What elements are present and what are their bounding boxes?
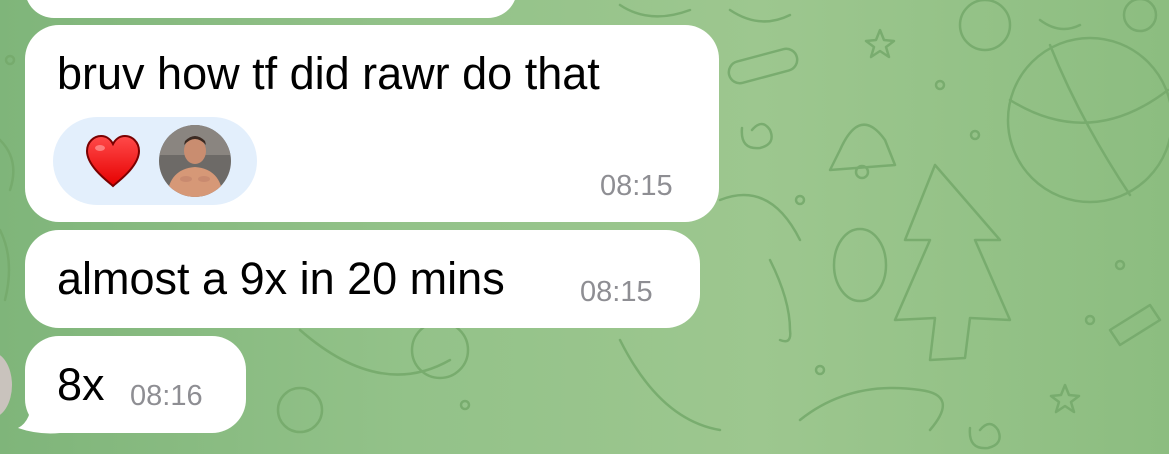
- reaction-pill[interactable]: [53, 117, 257, 205]
- message-timestamp: 08:15: [580, 276, 653, 308]
- message-timestamp: 08:16: [130, 380, 203, 412]
- message-text: bruv how tf did rawr do that: [57, 48, 600, 99]
- previous-message-bubble: [25, 0, 517, 18]
- user-avatar[interactable]: [159, 125, 231, 197]
- message-bubble[interactable]: bruv how tf did rawr do that 08:15: [25, 25, 719, 222]
- message-bubble[interactable]: 8x 08:16: [25, 336, 246, 433]
- red-heart-icon: [84, 134, 142, 188]
- message-bubble[interactable]: almost a 9x in 20 mins 08:15: [25, 230, 700, 328]
- message-text: almost a 9x in 20 mins: [57, 253, 505, 304]
- message-text: 8x: [57, 359, 105, 410]
- message-timestamp: 08:15: [600, 170, 673, 202]
